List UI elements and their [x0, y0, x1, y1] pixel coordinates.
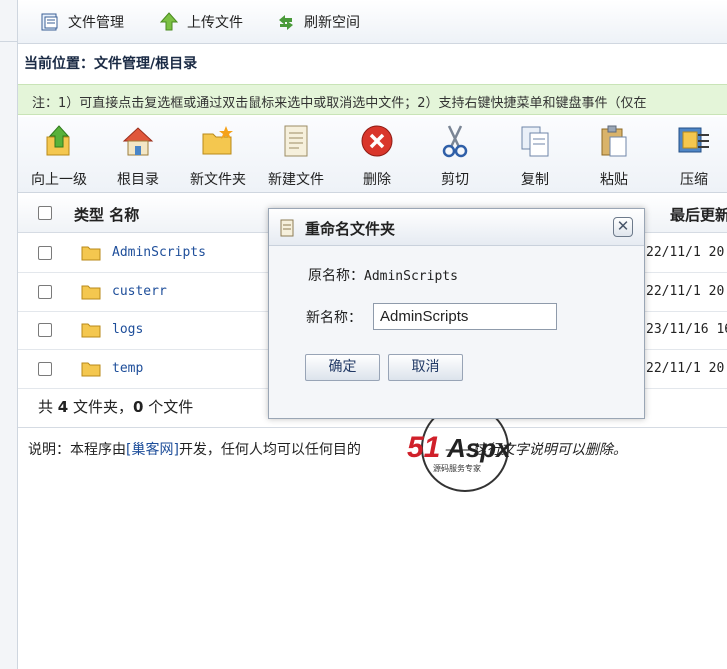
file-unit: 个文件 — [148, 398, 194, 416]
new-folder-icon — [202, 126, 233, 155]
root-label: 根目录 — [117, 172, 159, 188]
new-folder-button[interactable]: 新文件夹 — [180, 123, 256, 189]
delete-button[interactable]: 删除 — [339, 123, 415, 189]
svg-text:源码服务专家: 源码服务专家 — [433, 463, 481, 473]
footer-prefix: 说明：本程序由 — [28, 442, 126, 458]
cancel-button[interactable]: 取消 — [388, 354, 463, 381]
folder-icon — [81, 246, 101, 261]
new-file-button[interactable]: 新建文件 — [258, 123, 334, 189]
svg-text:Aspx: Aspx — [446, 433, 512, 463]
copy-button[interactable]: 复制 — [497, 123, 573, 189]
refresh-icon — [279, 15, 293, 30]
paste-icon — [601, 125, 627, 157]
compress-button[interactable]: 压缩 — [656, 123, 727, 189]
menu-file-manage[interactable]: 文件管理 — [40, 10, 124, 34]
delete-label: 删除 — [363, 172, 391, 188]
upload-arrow-icon — [159, 12, 179, 31]
menu-refresh[interactable]: 刷新空间 — [276, 10, 360, 34]
file-name-link[interactable]: logs — [112, 322, 143, 337]
header-modified[interactable]: 最后更新 — [670, 204, 727, 225]
svg-text:51: 51 — [407, 431, 440, 464]
item-count-summary: 共 4 文件夹，0 个文件 — [38, 396, 193, 417]
folder-unit: 文件夹， — [73, 398, 134, 416]
up-level-label: 向上一级 — [31, 172, 87, 188]
file-manager-icon — [41, 13, 58, 31]
menu-refresh-label: 刷新空间 — [304, 15, 360, 31]
row-checkbox[interactable] — [38, 362, 52, 376]
folder-count: 4 — [57, 398, 69, 416]
home-icon — [122, 127, 154, 156]
root-button[interactable]: 根目录 — [100, 123, 176, 189]
footer-middle: 开发，任何人均可以任何目的 — [178, 442, 361, 458]
modified-date: 22/11/1 20 — [646, 361, 725, 376]
footer-author-link[interactable]: [巢客网] — [126, 442, 179, 458]
new-file-label: 新建文件 — [268, 172, 324, 188]
dialog-titlebar[interactable]: 重命名文件夹 ✕ — [269, 209, 644, 246]
new-file-icon — [284, 125, 308, 157]
paste-button[interactable]: 粘贴 — [576, 123, 652, 189]
new-folder-label: 新文件夹 — [190, 172, 246, 188]
compress-icon — [678, 127, 709, 153]
current-location: 当前位置：文件管理/根目录 — [24, 56, 198, 72]
top-menu: 文件管理 上传文件 刷新空间 — [18, 0, 727, 44]
original-name-value: AdminScripts — [364, 269, 458, 284]
usage-notice: 注：1）可直接点击复选框或通过双击鼠标来选中或取消选中文件；2）支持右键快捷菜单… — [18, 84, 727, 115]
folder-icon — [81, 323, 101, 338]
new-name-input[interactable] — [373, 303, 557, 330]
new-name-label: 新名称： — [306, 310, 362, 326]
compress-label: 压缩 — [680, 172, 708, 188]
close-icon[interactable]: ✕ — [613, 217, 633, 237]
folder-icon — [81, 285, 101, 300]
paste-label: 粘贴 — [600, 172, 628, 188]
confirm-button[interactable]: 确定 — [305, 354, 380, 381]
copy-label: 复制 — [521, 172, 549, 188]
up-level-icon — [46, 125, 70, 156]
scissors-icon — [442, 125, 468, 158]
modified-date: 23/11/16 16 — [646, 322, 727, 337]
header-type-name[interactable]: 类型 名称 — [74, 204, 139, 225]
menu-upload-label: 上传文件 — [187, 15, 243, 31]
modified-date: 22/11/1 20 — [646, 284, 725, 299]
delete-icon — [361, 125, 393, 157]
row-checkbox[interactable] — [38, 323, 52, 337]
up-level-button[interactable]: 向上一级 — [21, 123, 97, 189]
file-toolbar: 向上一级 根目录 新文件夹 新建文件 删除 剪切 复制 粘贴 压缩 — [18, 117, 727, 193]
rename-folder-dialog: 重命名文件夹 ✕ 原名称：AdminScripts 新名称： 确定 取消 — [268, 208, 645, 419]
file-name-link[interactable]: AdminScripts — [112, 245, 206, 260]
cut-label: 剪切 — [441, 172, 469, 188]
folder-icon — [81, 362, 101, 377]
file-count: 0 — [133, 398, 144, 416]
document-icon — [280, 219, 294, 237]
copy-icon — [521, 126, 549, 157]
original-name-label: 原名称： — [308, 268, 364, 284]
cut-button[interactable]: 剪切 — [417, 123, 493, 189]
file-name-link[interactable]: temp — [112, 361, 143, 376]
divider — [18, 427, 727, 428]
select-all-checkbox[interactable] — [38, 206, 52, 220]
menu-file-manage-label: 文件管理 — [68, 15, 124, 31]
row-checkbox[interactable] — [38, 285, 52, 299]
original-name: 原名称：AdminScripts — [308, 265, 458, 285]
row-checkbox[interactable] — [38, 246, 52, 260]
menu-upload[interactable]: 上传文件 — [159, 10, 243, 34]
footer-note: 说明：本程序由[巢客网]开发，任何人均可以任何目的 ——这行文字说明可以删除。 — [28, 439, 627, 459]
dialog-title: 重命名文件夹 — [305, 220, 396, 238]
summary-prefix: 共 — [38, 398, 54, 416]
file-name-link[interactable]: custerr — [112, 284, 167, 299]
modified-date: 22/11/1 20 — [646, 245, 725, 260]
left-rail — [0, 0, 18, 669]
